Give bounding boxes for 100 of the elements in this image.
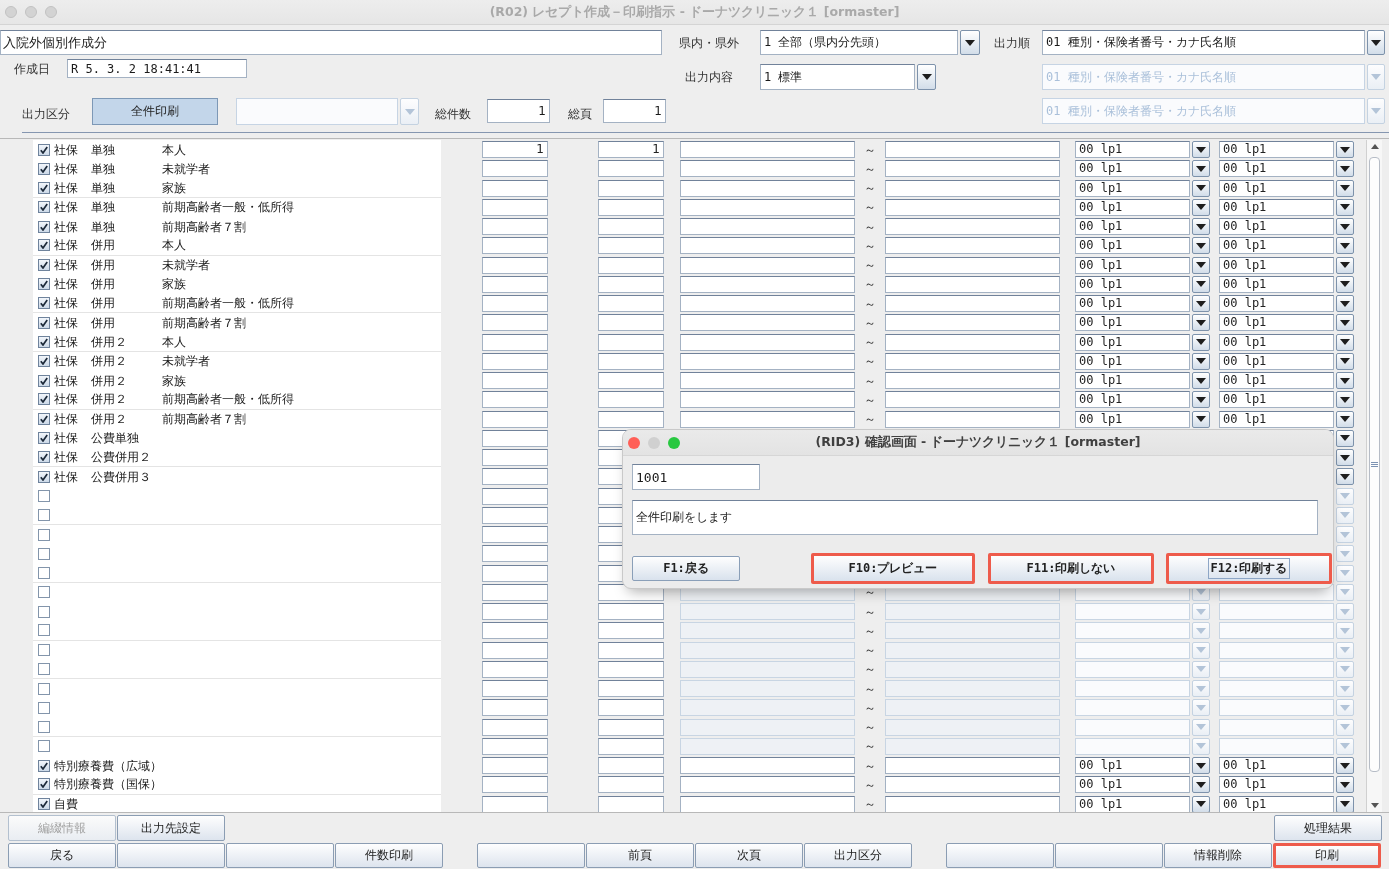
dropdown-button[interactable]	[1336, 757, 1354, 775]
date-field[interactable]: R 5. 3. 2 18:41:41	[67, 59, 247, 78]
dropdown-button[interactable]	[1336, 179, 1354, 197]
input-field[interactable]	[482, 699, 548, 717]
input-field[interactable]	[482, 372, 548, 390]
dropdown-field[interactable]	[1075, 603, 1190, 621]
input-field[interactable]	[598, 641, 664, 659]
dropdown-button[interactable]	[1192, 179, 1210, 197]
input-field[interactable]	[482, 737, 548, 755]
input-field[interactable]	[482, 468, 548, 486]
dropdown-field[interactable]: 00 lp1	[1075, 352, 1190, 370]
checkbox[interactable]	[38, 335, 50, 348]
dropdown-field[interactable]: 00 lp1	[1075, 198, 1190, 216]
input-field[interactable]	[598, 275, 664, 293]
function-key-button[interactable]	[946, 843, 1054, 868]
checkbox[interactable]	[38, 432, 50, 445]
dropdown-button[interactable]	[1192, 333, 1210, 351]
input-field[interactable]	[482, 680, 548, 698]
input-field[interactable]	[598, 372, 664, 390]
input-field[interactable]	[482, 641, 548, 659]
function-key-button[interactable]: 処理結果	[1274, 815, 1382, 841]
dropdown-field[interactable]: 00 lp1	[1075, 179, 1190, 197]
dropdown-field[interactable]	[1075, 641, 1190, 659]
count-field[interactable]: 1	[487, 99, 550, 123]
function-key-button[interactable]: 印刷	[1273, 843, 1381, 868]
dropdown-button[interactable]	[1336, 391, 1354, 409]
dropdown-field[interactable]: 00 lp1	[1075, 275, 1190, 293]
dropdown-button[interactable]	[1336, 776, 1354, 794]
input-field[interactable]	[598, 718, 664, 736]
dropdown-field[interactable]: 1 全部（県内分先頭）	[760, 30, 958, 55]
range-field[interactable]	[885, 757, 1060, 775]
close-button[interactable]	[628, 436, 640, 449]
input-field[interactable]	[598, 737, 664, 755]
input-field[interactable]	[598, 795, 664, 812]
dropdown-field[interactable]: 00 lp1	[1075, 237, 1190, 255]
dropdown-field[interactable]	[1219, 680, 1334, 698]
checkbox[interactable]	[38, 413, 50, 426]
dropdown-field[interactable]: 00 lp1	[1219, 352, 1334, 370]
range-field[interactable]	[885, 179, 1060, 197]
range-field[interactable]	[680, 757, 855, 775]
input-field[interactable]	[482, 295, 548, 313]
input-field[interactable]	[482, 429, 548, 447]
range-field[interactable]	[885, 295, 1060, 313]
dropdown-button[interactable]	[1336, 352, 1354, 370]
input-field[interactable]	[482, 757, 548, 775]
input-field[interactable]	[482, 275, 548, 293]
input-field[interactable]	[482, 160, 548, 178]
range-field[interactable]	[680, 776, 855, 794]
range-field[interactable]	[885, 160, 1060, 178]
dropdown-button[interactable]	[1192, 372, 1210, 390]
input-field[interactable]	[482, 218, 548, 236]
function-key-button[interactable]: 次頁	[695, 843, 803, 868]
dropdown-field[interactable]	[1219, 699, 1334, 717]
function-key-button[interactable]	[117, 843, 225, 868]
dropdown-button[interactable]	[1192, 391, 1210, 409]
dropdown-field[interactable]: 00 lp1	[1075, 757, 1190, 775]
checkbox[interactable]	[38, 355, 50, 368]
dialog-button[interactable]: F11:印刷しない	[988, 553, 1154, 584]
checkbox[interactable]	[38, 259, 50, 272]
dropdown-button[interactable]	[1192, 795, 1210, 812]
dropdown-field[interactable]: 00 lp1	[1075, 333, 1190, 351]
input-field[interactable]	[598, 256, 664, 274]
dropdown-button[interactable]	[1336, 218, 1354, 236]
dropdown-button[interactable]	[1192, 237, 1210, 255]
dropdown-field[interactable]	[1219, 603, 1334, 621]
checkbox[interactable]	[38, 143, 50, 156]
input-field[interactable]	[482, 487, 548, 505]
input-field[interactable]	[482, 795, 548, 812]
dropdown-button[interactable]	[1336, 314, 1354, 332]
input-field[interactable]	[482, 391, 548, 409]
range-field[interactable]	[680, 141, 855, 159]
dialog-button[interactable]: F12:印刷する	[1166, 553, 1332, 584]
input-field[interactable]	[598, 699, 664, 717]
dropdown-field[interactable]: 00 lp1	[1075, 776, 1190, 794]
dropdown-button[interactable]	[1192, 776, 1210, 794]
input-field[interactable]	[598, 160, 664, 178]
dropdown-button[interactable]	[1336, 256, 1354, 274]
text-field[interactable]: 入院外個別作成分	[0, 30, 662, 55]
input-field[interactable]	[482, 660, 548, 678]
scrollbar-thumb[interactable]	[1369, 157, 1380, 772]
dropdown-field[interactable]: 00 lp1	[1219, 141, 1334, 159]
range-field[interactable]	[680, 410, 855, 428]
dropdown-button[interactable]	[1192, 757, 1210, 775]
dropdown-button[interactable]	[1336, 198, 1354, 216]
dropdown-field[interactable]: 00 lp1	[1219, 333, 1334, 351]
dropdown-button[interactable]	[1336, 237, 1354, 255]
input-field[interactable]	[598, 333, 664, 351]
dropdown-button[interactable]	[917, 64, 936, 90]
dropdown-button[interactable]	[1192, 218, 1210, 236]
input-field[interactable]	[598, 314, 664, 332]
range-field[interactable]	[680, 179, 855, 197]
range-field[interactable]	[680, 391, 855, 409]
range-field[interactable]	[885, 314, 1060, 332]
range-field[interactable]	[680, 198, 855, 216]
checkbox[interactable]	[38, 162, 50, 175]
checkbox[interactable]	[38, 374, 50, 387]
dropdown-button[interactable]	[1336, 410, 1354, 428]
input-field[interactable]	[482, 506, 548, 524]
range-field[interactable]	[885, 141, 1060, 159]
dialog-button[interactable]: F10:プレビュー	[811, 553, 975, 584]
